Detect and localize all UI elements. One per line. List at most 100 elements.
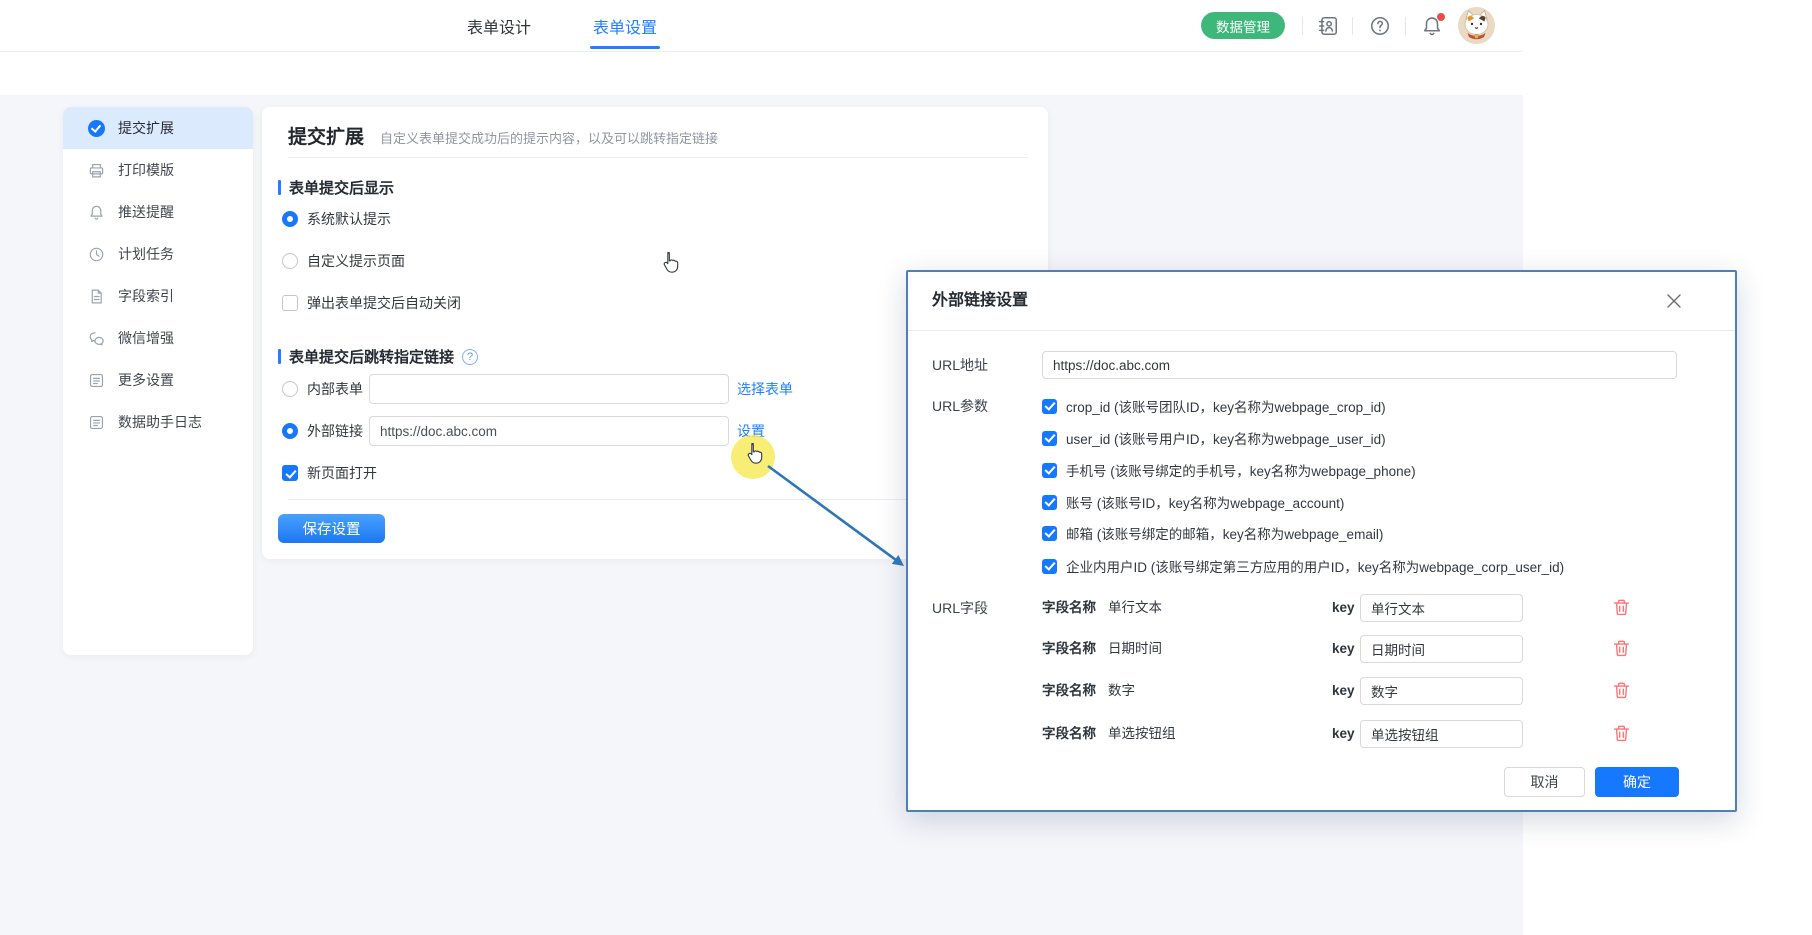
- param-label: 邮箱 (该账号绑定的邮箱，key名称为webpage_email): [1066, 523, 1383, 543]
- list-icon: [87, 413, 105, 431]
- field-key-input[interactable]: [1360, 594, 1523, 622]
- field-row: 字段名称 单选按钮组 key: [908, 720, 1735, 748]
- param-phone[interactable]: 手机号 (该账号绑定的手机号，key名称为webpage_phone): [1042, 454, 1416, 486]
- field-name-label: 字段名称: [1042, 720, 1096, 748]
- radio-external-link[interactable]: [282, 423, 298, 439]
- external-link-input[interactable]: [369, 416, 729, 446]
- url-address-input[interactable]: [1042, 351, 1677, 379]
- notification-dot: [1437, 13, 1445, 21]
- sidebar-item-label: 推送提醒: [118, 202, 174, 222]
- checkbox-crop-id[interactable]: [1042, 399, 1057, 414]
- sidebar-item-data-assistant-log[interactable]: 数据助手日志: [63, 401, 253, 443]
- sidebar-item-scheduled-task[interactable]: 计划任务: [63, 233, 253, 275]
- cancel-button[interactable]: 取消: [1504, 767, 1585, 797]
- field-name-value: 单选按钮组: [1108, 720, 1176, 748]
- radio-system-default[interactable]: [282, 211, 298, 227]
- key-label: key: [1332, 635, 1355, 663]
- field-row: 字段名称 数字 key: [908, 677, 1735, 705]
- checkbox-account[interactable]: [1042, 495, 1057, 510]
- save-settings-button[interactable]: 保存设置: [278, 514, 385, 543]
- param-crop-id[interactable]: crop_id (该账号团队ID，key名称为webpage_crop_id): [1042, 390, 1386, 422]
- option-label: 内部表单: [307, 379, 363, 399]
- checkbox-email[interactable]: [1042, 526, 1057, 541]
- trash-icon[interactable]: [1612, 724, 1631, 743]
- list-icon: [87, 371, 105, 389]
- section-heading: 表单提交后跳转指定链接: [289, 346, 454, 367]
- top-tabs: 表单设计 表单设置: [467, 0, 657, 52]
- field-name-label: 字段名称: [1042, 594, 1096, 622]
- trash-icon[interactable]: [1612, 639, 1631, 658]
- param-account[interactable]: 账号 (该账号ID，key名称为webpage_account): [1042, 486, 1344, 518]
- sidebar-item-field-index[interactable]: 字段索引: [63, 275, 253, 317]
- param-user-id[interactable]: user_id (该账号用户ID，key名称为webpage_user_id): [1042, 422, 1386, 454]
- topbar-divider: [1352, 17, 1353, 35]
- click-highlight: [731, 435, 775, 479]
- key-label: key: [1332, 677, 1355, 705]
- url-address-label: URL地址: [932, 351, 988, 379]
- modal-title: 外部链接设置: [932, 272, 1028, 330]
- internal-form-input[interactable]: [369, 374, 729, 404]
- checkbox-open-new-page[interactable]: [282, 465, 298, 481]
- check-circle-icon: [87, 119, 105, 137]
- key-label: key: [1332, 594, 1355, 622]
- option-system-default[interactable]: 系统默认提示: [282, 204, 391, 234]
- page-title: 提交扩展: [288, 122, 364, 149]
- data-manage-button[interactable]: 数据管理: [1201, 12, 1285, 39]
- param-corp-user-id[interactable]: 企业内用户ID (该账号绑定第三方应用的用户ID，key名称为webpage_c…: [1042, 550, 1564, 582]
- wechat-icon: [87, 329, 105, 347]
- param-label: user_id (该账号用户ID，key名称为webpage_user_id): [1066, 428, 1386, 448]
- param-label: 手机号 (该账号绑定的手机号，key名称为webpage_phone): [1066, 460, 1416, 480]
- field-name-value: 数字: [1108, 677, 1135, 705]
- trash-icon[interactable]: [1612, 681, 1631, 700]
- field-row: 字段名称 日期时间 key: [908, 635, 1735, 663]
- choose-form-link[interactable]: 选择表单: [737, 379, 793, 399]
- document-icon: [87, 287, 105, 305]
- checkbox-corp-user-id[interactable]: [1042, 559, 1057, 574]
- help-icon[interactable]: [1369, 15, 1391, 37]
- clock-icon: [87, 245, 105, 263]
- field-name-value: 日期时间: [1108, 635, 1162, 663]
- tab-form-settings[interactable]: 表单设置: [593, 0, 657, 52]
- field-key-input[interactable]: [1360, 720, 1523, 748]
- param-email[interactable]: 邮箱 (该账号绑定的邮箱，key名称为webpage_email): [1042, 517, 1383, 549]
- sidebar-item-label: 打印模版: [118, 160, 174, 180]
- field-row: 字段名称 单行文本 key: [908, 594, 1735, 622]
- bell-icon: [87, 203, 105, 221]
- settings-sidebar: 提交扩展 打印模版 推送提醒 计划任务 字段索引 微信增强 更多设置 数据助手: [63, 107, 253, 655]
- sidebar-item-wechat-enhance[interactable]: 微信增强: [63, 317, 253, 359]
- option-label: 外部链接: [307, 421, 363, 441]
- key-label: key: [1332, 720, 1355, 748]
- tab-form-design[interactable]: 表单设计: [467, 0, 531, 52]
- trash-icon[interactable]: [1612, 598, 1631, 617]
- field-key-input[interactable]: [1360, 677, 1523, 705]
- field-key-input[interactable]: [1360, 635, 1523, 663]
- radio-custom-page[interactable]: [282, 253, 298, 269]
- topbar: 表单设计 表单设置 数据管理: [0, 0, 1523, 52]
- radio-internal-form[interactable]: [282, 381, 298, 397]
- option-custom-page[interactable]: 自定义提示页面: [282, 246, 405, 276]
- sidebar-item-label: 字段索引: [118, 286, 174, 306]
- option-open-new-page[interactable]: 新页面打开: [282, 458, 377, 488]
- sidebar-item-label: 计划任务: [118, 244, 174, 264]
- section-after-submit-display: 表单提交后显示: [278, 177, 394, 198]
- sidebar-item-push-reminder[interactable]: 推送提醒: [63, 191, 253, 233]
- option-popup-autoclose[interactable]: 弹出表单提交后自动关闭: [282, 288, 461, 318]
- checkbox-phone[interactable]: [1042, 463, 1057, 478]
- field-name-value: 单行文本: [1108, 594, 1162, 622]
- close-icon[interactable]: [1665, 292, 1683, 310]
- option-label: 自定义提示页面: [307, 251, 405, 271]
- sidebar-item-submit-extension[interactable]: 提交扩展: [63, 107, 253, 149]
- url-params-label: URL参数: [932, 392, 988, 420]
- avatar[interactable]: [1458, 7, 1495, 44]
- sidebar-item-print-template[interactable]: 打印模版: [63, 149, 253, 191]
- external-link-settings-modal: 外部链接设置 URL地址 URL参数 crop_id (该账号团队ID，key名…: [906, 270, 1737, 812]
- section-redirect-link: 表单提交后跳转指定链接 ?: [278, 346, 478, 367]
- confirm-button[interactable]: 确定: [1595, 767, 1679, 797]
- help-icon[interactable]: ?: [462, 349, 478, 365]
- section-heading: 表单提交后显示: [289, 177, 394, 198]
- sidebar-item-more-settings[interactable]: 更多设置: [63, 359, 253, 401]
- contacts-icon[interactable]: [1317, 15, 1339, 37]
- page-subtitle: 自定义表单提交成功后的提示内容，以及可以跳转指定链接: [380, 128, 718, 147]
- checkbox-popup-autoclose[interactable]: [282, 295, 298, 311]
- checkbox-user-id[interactable]: [1042, 431, 1057, 446]
